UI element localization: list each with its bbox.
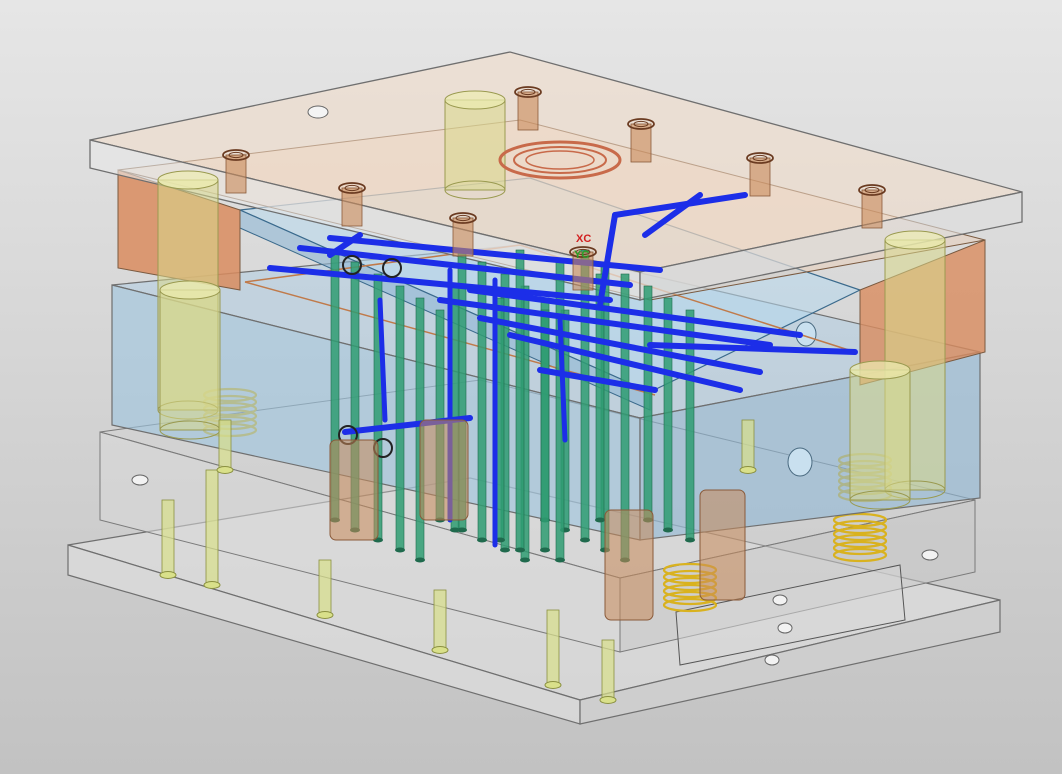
screw-head-icon: [627, 118, 655, 163]
return-pin: [599, 639, 617, 704]
return-pin: [316, 559, 334, 619]
mold-assembly-drawing: XC YC: [0, 0, 1062, 774]
screw-head-icon: [449, 212, 477, 257]
screw-head-icon: [746, 152, 774, 197]
ejector-pin: [580, 249, 590, 543]
return-pin: [739, 419, 757, 474]
ejector-pin: [595, 273, 605, 523]
yc-axis-label: YC: [574, 249, 589, 261]
return-pin: [216, 419, 234, 474]
screw-head-icon: [222, 149, 250, 194]
ejector-pin: [395, 285, 405, 553]
xc-axis-label: XC: [576, 233, 591, 245]
return-pin: [203, 469, 221, 589]
return-pin: [544, 609, 562, 689]
ejector-pin: [643, 285, 653, 523]
guide-pillar: [444, 90, 506, 200]
guide-pillar: [159, 280, 221, 440]
screw-head-icon: [514, 86, 542, 131]
screw-head-icon: [858, 184, 886, 229]
screw-head-icon: [338, 182, 366, 227]
return-pin: [431, 589, 449, 654]
return-pin: [159, 499, 177, 579]
cad-viewport[interactable]: XC YC: [0, 0, 1062, 774]
guide-pillar: [849, 360, 911, 510]
